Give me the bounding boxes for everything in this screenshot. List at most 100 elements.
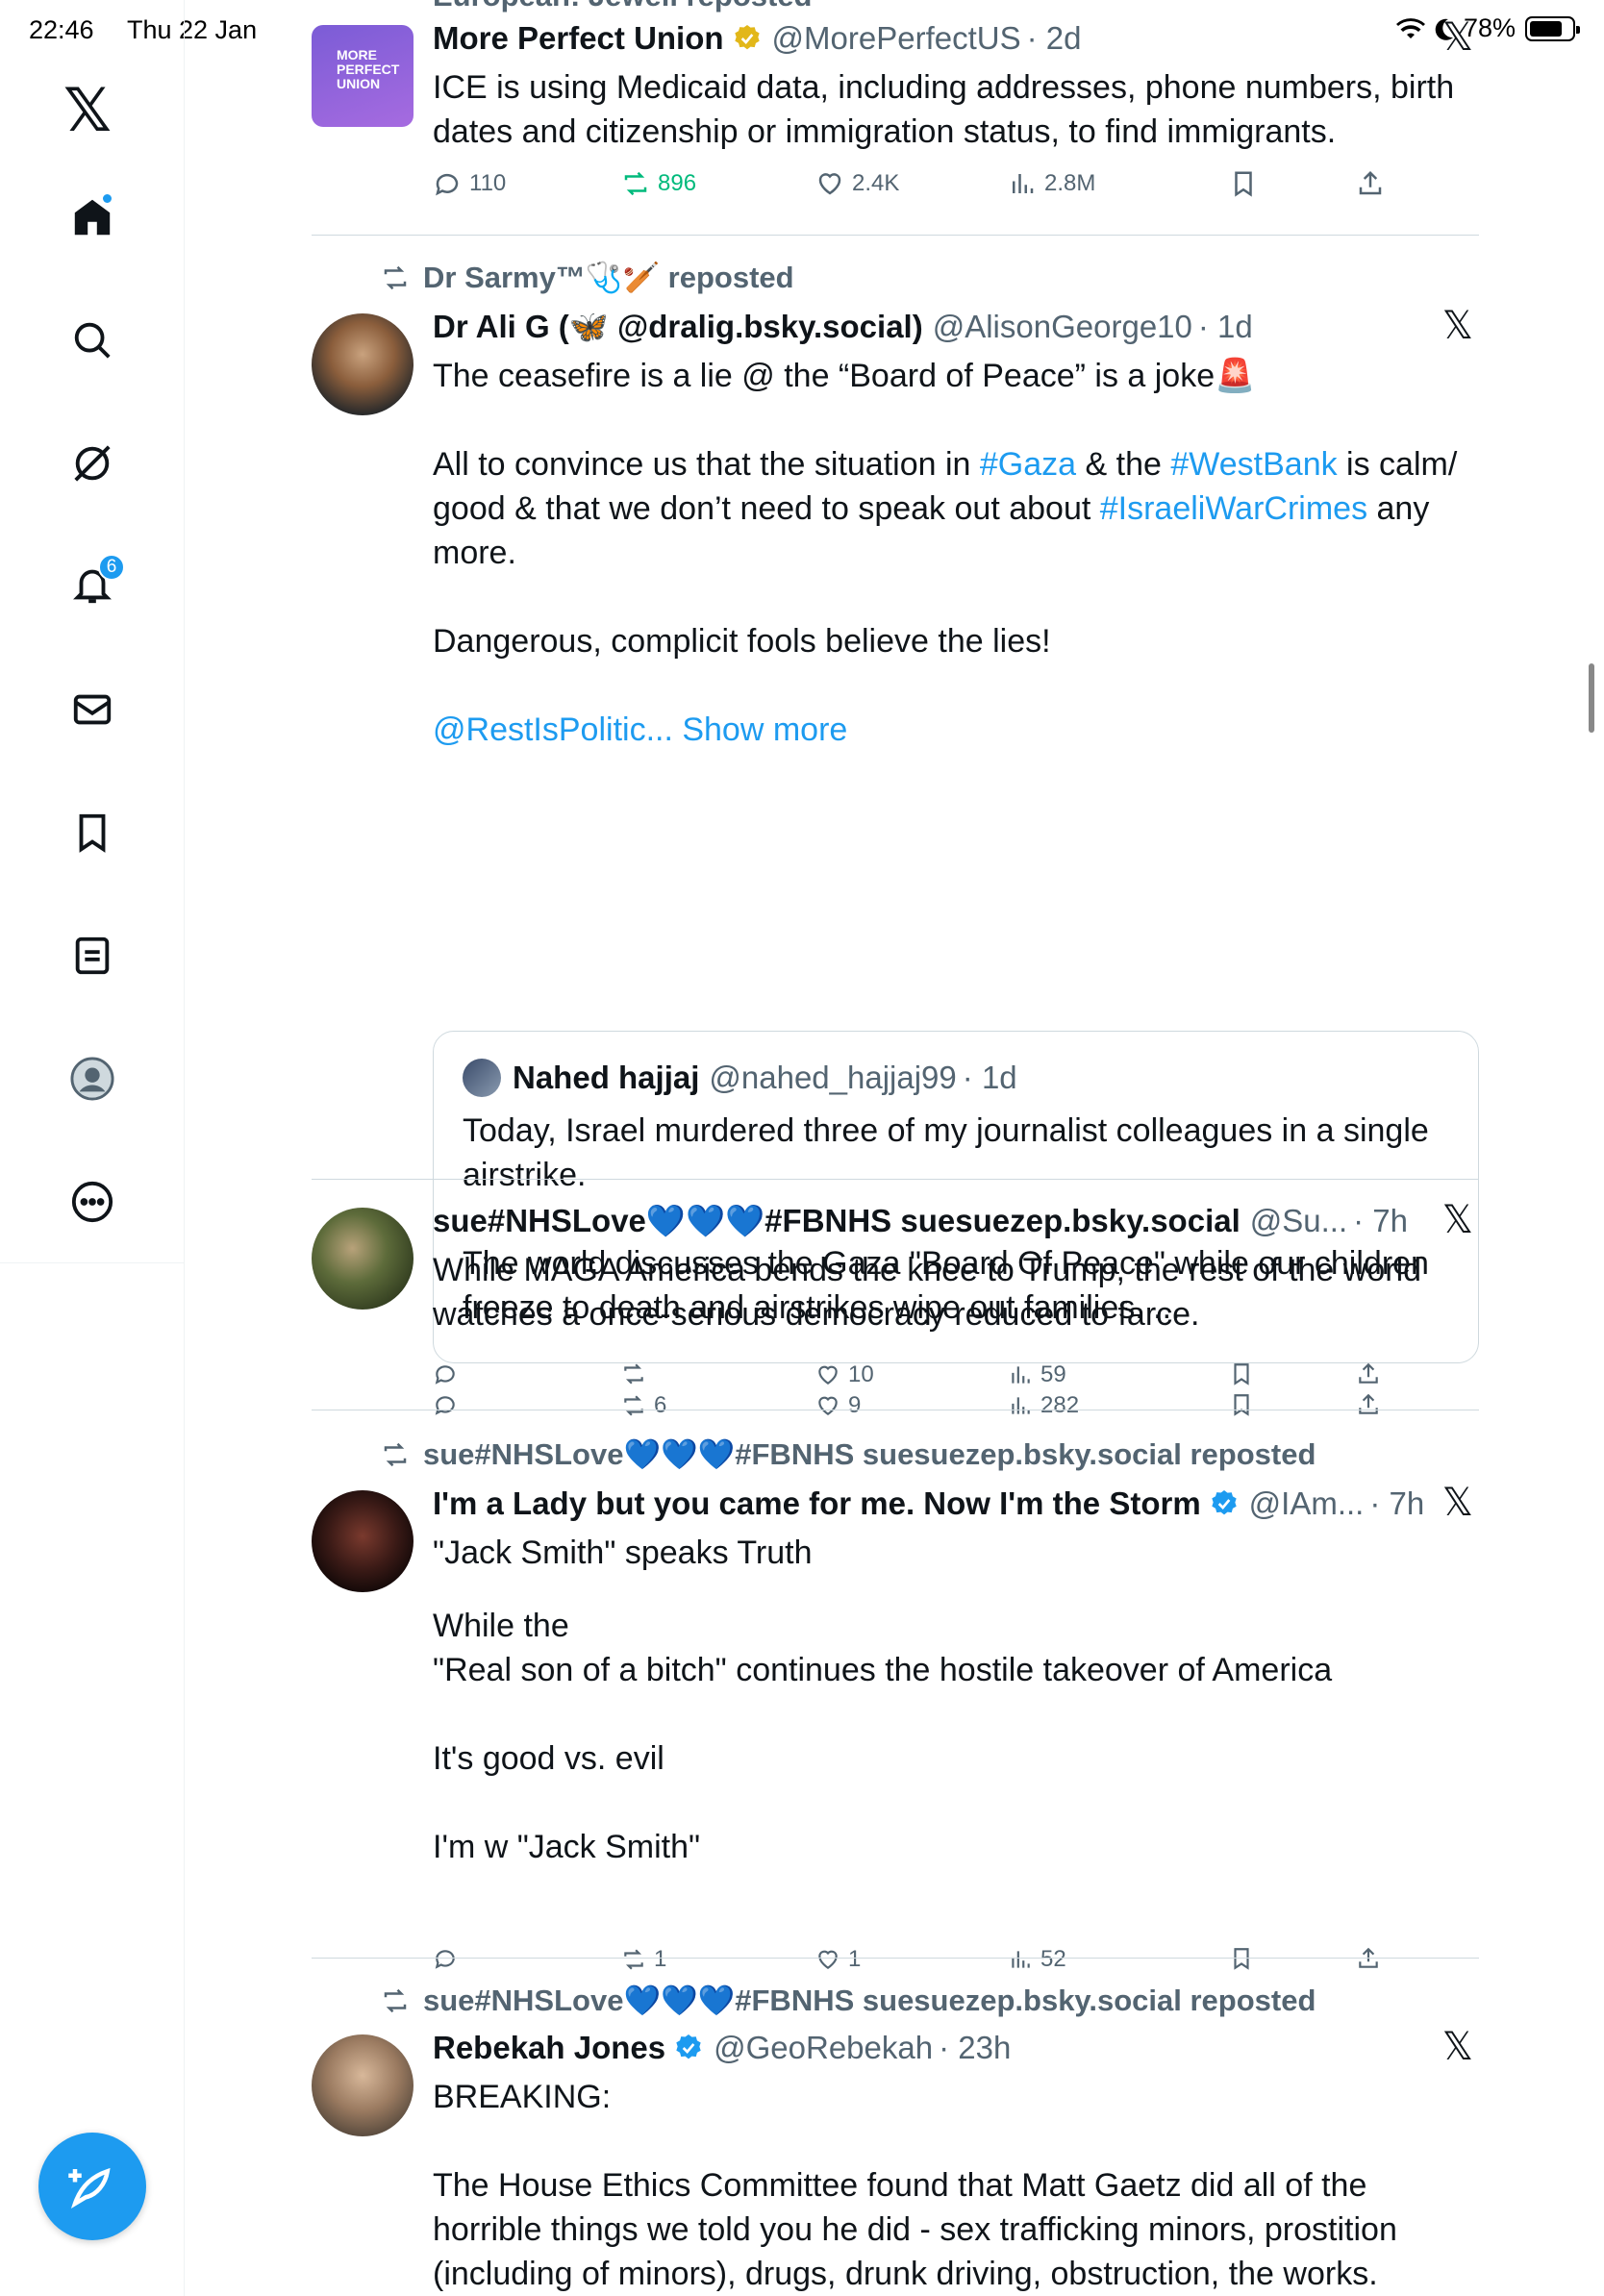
share-button[interactable] [1356, 1946, 1381, 1971]
like-button[interactable]: 10 [815, 1361, 874, 1388]
bookmark-button[interactable] [1229, 1946, 1254, 1971]
avatar[interactable] [312, 1490, 414, 1592]
author-name[interactable]: Dr Ali G (🦋 @dralig.bsky.social) [433, 309, 923, 346]
bookmark-button[interactable] [1229, 1361, 1254, 1386]
views-button[interactable]: 52 [1008, 1946, 1066, 1973]
heart-icon [818, 1950, 838, 1969]
bookmark-button[interactable] [1229, 169, 1258, 198]
views-icon [1012, 1366, 1030, 1384]
reply-button[interactable] [433, 1946, 458, 1971]
post-time[interactable]: · 7h [1353, 1203, 1408, 1239]
repost-indicator: Dr Sarmy™🩺🏏 reposted [381, 260, 794, 295]
more-icon [71, 1181, 113, 1223]
compose-button[interactable] [38, 2133, 146, 2240]
sidebar-item-lists[interactable] [58, 921, 127, 990]
mail-icon [73, 694, 112, 725]
author-handle[interactable]: @IAm... [1249, 1485, 1365, 1522]
hashtag-westbank[interactable]: #WestBank [1170, 446, 1337, 483]
sidebar-item-notifications[interactable]: 6 [58, 550, 127, 619]
verified-gold-icon [734, 25, 760, 50]
tweet[interactable]: European: Jewell reposted MORE PERFECT U… [312, 0, 1479, 235]
sidebar-item-home[interactable] [58, 183, 127, 252]
share-icon [1359, 1947, 1378, 1968]
views-button[interactable]: 59 [1008, 1361, 1066, 1388]
x-logo[interactable]: 𝕏 [63, 81, 112, 140]
repost-icon [624, 1363, 643, 1385]
tweet[interactable]: sue#NHSLove💙💙💙#FBNHS suesuezep.bsky.soci… [312, 1179, 1479, 1410]
author-handle[interactable]: @MorePerfectUS [772, 20, 1021, 57]
sidebar-item-more[interactable] [58, 1167, 127, 1236]
author-name[interactable]: I'm a Lady but you came for me. Now I'm … [433, 1485, 1201, 1522]
sidebar-item-explore[interactable] [58, 306, 127, 375]
author-name[interactable]: More Perfect Union [433, 20, 724, 57]
like-button[interactable]: 2.4K [815, 169, 899, 198]
tweet[interactable]: sue#NHSLove💙💙💙#FBNHS suesuezep.bsky.soci… [312, 1436, 1479, 1972]
post-time[interactable]: · 1d [1198, 309, 1253, 345]
view-count: 59 [1040, 1361, 1066, 1387]
tweet[interactable]: Dr Sarmy™🩺🏏 reposted Dr Ali G (🦋 @dralig… [312, 260, 1479, 1418]
repost-icon [384, 1442, 407, 1466]
share-button[interactable] [1356, 169, 1385, 198]
sidebar-item-bookmarks[interactable] [58, 798, 127, 867]
like-count: 10 [848, 1361, 874, 1387]
repost-button[interactable]: 1 [621, 1946, 666, 1973]
show-more-link[interactable]: @RestIsPolitic... Show more [433, 708, 1479, 752]
hashtag-israeliwarcrimes[interactable]: #IsraeliWarCrimes [1100, 490, 1367, 527]
avatar[interactable] [312, 1208, 414, 1310]
tweet-text: I'm w "Jack Smith" [433, 1829, 701, 1865]
sidebar-divider [0, 1262, 185, 1263]
repost-button[interactable]: 896 [621, 169, 696, 198]
sidebar-item-grok[interactable] [58, 429, 127, 498]
tweet-text: BREAKING: [433, 2079, 612, 2115]
author-handle[interactable]: @Su... [1250, 1203, 1347, 1239]
post-time[interactable]: · 1d [963, 1060, 1017, 1096]
author-handle[interactable]: @GeoRebekah [714, 2030, 933, 2066]
author-handle[interactable]: @AlisonGeorge10 [933, 309, 1192, 345]
share-button[interactable] [1356, 1361, 1381, 1386]
avatar[interactable]: MORE PERFECT UNION [312, 25, 414, 127]
bookmark-icon [1234, 1363, 1249, 1385]
x-crosspost-icon: 𝕏 [1441, 1481, 1473, 1525]
verified-blue-icon [676, 2034, 701, 2059]
heart-icon [818, 1365, 838, 1385]
views-button[interactable]: 2.8M [1008, 169, 1095, 198]
repost-label: sue#NHSLove💙💙💙#FBNHS suesuezep.bsky.soci… [423, 1984, 1316, 2017]
view-count: 52 [1040, 1946, 1066, 1972]
reply-button[interactable] [433, 1361, 458, 1386]
reply-icon [436, 173, 459, 196]
author-name[interactable]: Nahed hajjaj [513, 1060, 699, 1096]
hashtag-gaza[interactable]: #Gaza [980, 446, 1076, 483]
tweet-divider [312, 1958, 1479, 1959]
reply-button[interactable]: 110 [433, 169, 506, 198]
author-name[interactable]: sue#NHSLove💙💙💙#FBNHS suesuezep.bsky.soci… [433, 1203, 1241, 1240]
compose-icon [68, 2167, 111, 2209]
sidebar-item-profile[interactable] [58, 1044, 127, 1113]
author-name[interactable]: Rebekah Jones [433, 2030, 665, 2066]
post-time[interactable]: · 7h [1369, 1485, 1424, 1522]
sidebar-item-messages[interactable] [58, 675, 127, 744]
like-button[interactable]: 1 [815, 1946, 861, 1973]
repost-icon [624, 1949, 643, 1970]
scrollbar-thumb[interactable] [1589, 663, 1594, 733]
repost-button[interactable] [621, 1361, 646, 1386]
tweet-text: The ceasefire is a lie @ the “Board of P… [433, 358, 1256, 394]
avatar[interactable] [312, 313, 414, 415]
repost-indicator: sue#NHSLove💙💙💙#FBNHS suesuezep.bsky.soci… [381, 1983, 1316, 2018]
repost-icon [384, 1988, 407, 2012]
tweet-text: ICE is using Medicaid data, including ad… [433, 69, 1464, 150]
repost-label: sue#NHSLove💙💙💙#FBNHS suesuezep.bsky.soci… [423, 1437, 1316, 1471]
view-count: 2.8M [1044, 170, 1096, 196]
avatar-logo-text: MORE PERFECT UNION [337, 47, 400, 91]
avatar[interactable] [312, 2034, 414, 2136]
post-time[interactable]: · 2d [1027, 20, 1082, 57]
repost-icon [384, 265, 407, 289]
battery-icon [1525, 15, 1580, 41]
tweet-actions: 10 59 [433, 1361, 1479, 1400]
post-time[interactable]: · 23h [939, 2030, 1011, 2066]
author-handle[interactable]: @nahed_hajjaj99 [709, 1060, 956, 1096]
tweet[interactable]: sue#NHSLove💙💙💙#FBNHS suesuezep.bsky.soci… [312, 1983, 1479, 2296]
avatar[interactable] [463, 1059, 501, 1097]
tweet-divider [312, 235, 1479, 236]
repost-count: 896 [658, 170, 697, 196]
repost-indicator: European: Jewell reposted [433, 0, 813, 13]
